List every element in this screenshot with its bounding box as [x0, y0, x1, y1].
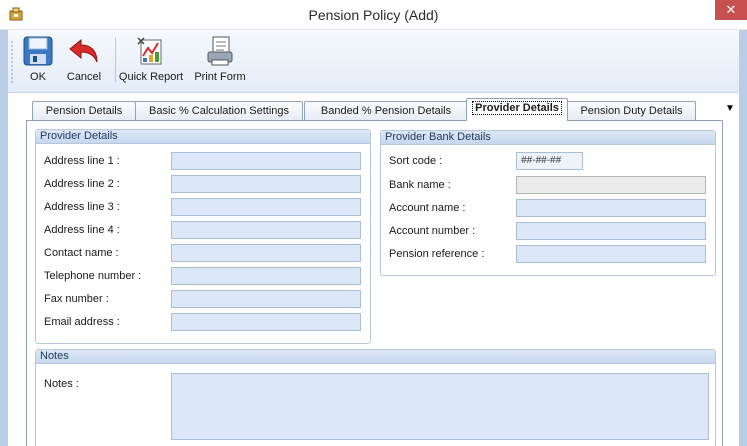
quick-report-icon	[137, 37, 162, 65]
notes-textarea[interactable]	[171, 373, 709, 440]
account-name-label: Account name :	[389, 202, 466, 214]
tab-content-panel: Provider Details Address line 1 : Addres…	[26, 120, 723, 446]
tab-basic-calculation-settings[interactable]: Basic % Calculation Settings	[135, 101, 303, 121]
telephone-number-label: Telephone number :	[44, 270, 142, 282]
tab-label: Basic % Calculation Settings	[148, 105, 289, 117]
quick-report-label: Quick Report	[118, 71, 184, 83]
address-line-1-input[interactable]	[171, 152, 361, 170]
print-form-label: Print Form	[194, 71, 246, 83]
print-form-button[interactable]: Print Form	[192, 34, 248, 90]
fax-number-label: Fax number :	[44, 293, 109, 305]
tab-provider-details[interactable]: Provider Details	[466, 98, 568, 121]
fax-number-input[interactable]	[171, 290, 361, 308]
close-button[interactable]: ✕	[715, 0, 747, 20]
address-line-2-input[interactable]	[171, 175, 361, 193]
notes-heading: Notes	[36, 350, 715, 364]
notes-label: Notes :	[44, 378, 79, 390]
toolbar-grip[interactable]	[11, 40, 13, 84]
email-address-label: Email address :	[44, 316, 120, 328]
provider-bank-details-heading: Provider Bank Details	[381, 131, 715, 145]
tab-overflow-chevron-icon[interactable]: ▼	[723, 102, 737, 116]
sort-code-label: Sort code :	[389, 155, 443, 167]
email-address-input[interactable]	[171, 313, 361, 331]
ok-label: OK	[30, 71, 46, 83]
tab-label: Pension Duty Details	[580, 105, 683, 117]
address-line-4-label: Address line 4 :	[44, 224, 120, 236]
window-title: Pension Policy (Add)	[308, 7, 439, 23]
account-number-input[interactable]	[516, 222, 706, 240]
cancel-label: Cancel	[66, 71, 102, 83]
title-bar: Pension Policy (Add) ✕	[0, 0, 747, 30]
bank-name-input	[516, 176, 706, 194]
address-line-3-label: Address line 3 :	[44, 201, 120, 213]
address-line-4-input[interactable]	[171, 221, 361, 239]
print-form-icon	[207, 36, 233, 66]
save-icon	[23, 36, 53, 66]
address-line-3-input[interactable]	[171, 198, 361, 216]
window-frame-right	[739, 30, 747, 446]
cancel-button[interactable]: Cancel	[64, 34, 104, 90]
sort-code-input[interactable]: ##-##-##	[516, 152, 583, 170]
telephone-number-input[interactable]	[171, 267, 361, 285]
window-frame-left	[0, 30, 8, 446]
account-number-label: Account number :	[389, 225, 476, 237]
address-line-1-label: Address line 1 :	[44, 155, 120, 167]
provider-details-group: Provider Details Address line 1 : Addres…	[35, 129, 371, 344]
address-line-2-label: Address line 2 :	[44, 178, 120, 190]
tab-label: Banded % Pension Details	[320, 105, 452, 117]
tab-label: Pension Details	[45, 105, 123, 117]
ok-button[interactable]: OK	[20, 34, 56, 90]
provider-bank-details-group: Provider Bank Details Sort code : ##-##-…	[380, 130, 716, 276]
provider-details-heading: Provider Details	[36, 130, 370, 144]
account-name-input[interactable]	[516, 199, 706, 217]
tab-pension-duty-details[interactable]: Pension Duty Details	[567, 101, 696, 121]
bank-name-label: Bank name :	[389, 179, 451, 191]
tab-pension-details[interactable]: Pension Details	[32, 101, 136, 121]
quick-report-button[interactable]: Quick Report	[118, 34, 184, 90]
notes-group: Notes Notes :	[35, 349, 716, 446]
contact-name-label: Contact name :	[44, 247, 119, 259]
contact-name-input[interactable]	[171, 244, 361, 262]
toolbar: OK Cancel Quick Report Print Form	[8, 30, 739, 93]
tab-label: Provider Details	[472, 101, 562, 115]
tab-banded-pension-details[interactable]: Banded % Pension Details	[304, 101, 468, 121]
pension-reference-label: Pension reference :	[389, 248, 485, 260]
undo-arrow-icon	[69, 38, 98, 63]
pension-reference-input[interactable]	[516, 245, 706, 263]
tab-strip: Pension Details Basic % Calculation Sett…	[8, 93, 739, 121]
toolbar-separator	[115, 38, 116, 82]
